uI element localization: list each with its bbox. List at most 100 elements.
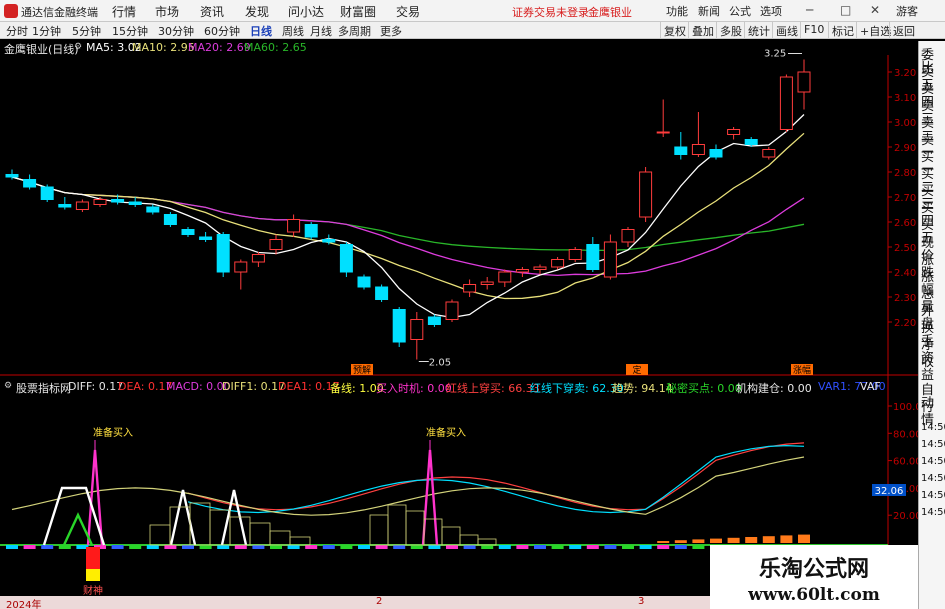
histogram-bar <box>534 545 546 549</box>
trend-bar <box>657 541 670 543</box>
price-axis-label: 3.00 <box>894 118 916 129</box>
candle-body[interactable] <box>515 269 529 273</box>
sub-value-badge: 32.06 <box>875 486 904 497</box>
candle-body[interactable] <box>410 319 424 340</box>
candle-body[interactable] <box>181 229 195 235</box>
histogram-bar <box>692 545 705 549</box>
histogram-bar <box>639 545 652 549</box>
settings-gear-icon[interactable]: ⚙ <box>74 42 82 52</box>
candle-body[interactable] <box>445 301 459 320</box>
candle-body[interactable] <box>779 76 793 130</box>
candle-body[interactable] <box>269 239 283 250</box>
candle-body[interactable] <box>639 171 653 218</box>
candle-body[interactable] <box>533 266 547 270</box>
candle-body[interactable] <box>199 236 213 240</box>
candle-body[interactable] <box>339 244 353 273</box>
candle-body[interactable] <box>762 149 776 158</box>
yellow-step-box <box>405 510 425 546</box>
candle-body[interactable] <box>744 139 758 145</box>
yellow-step-box <box>289 536 311 546</box>
kline-chart[interactable]: 3.20 3.10 3.00 2.90 2.80 2.70 2.60 2.50 2.40 2.30… <box>0 0 945 609</box>
histogram-bar <box>551 545 564 549</box>
buy-time-value: 买入时机: 0.00 <box>376 382 452 395</box>
yellow-step-box <box>249 522 271 546</box>
candle-body[interactable] <box>727 129 741 135</box>
candle-body[interactable] <box>357 276 371 288</box>
candle-body[interactable] <box>58 204 72 208</box>
histogram-bar <box>111 545 124 549</box>
price-axis-label: 2.40 <box>894 268 916 279</box>
histogram-bar <box>674 545 687 549</box>
histogram-bar <box>375 545 388 549</box>
signal-tag-top: 涨幅 <box>793 364 811 376</box>
histogram-bar <box>217 545 230 549</box>
histogram-bar <box>6 545 18 549</box>
candle-body[interactable] <box>797 71 811 93</box>
date-month-2: 2 <box>376 596 383 607</box>
candle-body[interactable] <box>128 201 142 205</box>
sub-settings-gear-icon[interactable]: ⚙ <box>4 381 12 391</box>
candle-body[interactable] <box>40 186 54 200</box>
histogram-bar <box>463 545 476 549</box>
histogram-bar <box>164 545 177 549</box>
candle-body[interactable] <box>304 224 318 238</box>
candle-body[interactable] <box>498 271 512 283</box>
side-time-4: 14:50 <box>921 473 945 484</box>
histogram-bar <box>199 545 212 549</box>
candle-body[interactable] <box>586 244 600 270</box>
candle-body[interactable] <box>375 286 389 300</box>
diff-value: DIFF: 0.17 <box>68 380 124 393</box>
candle-body[interactable] <box>691 144 705 155</box>
candle-body[interactable] <box>251 254 265 263</box>
candle-body[interactable] <box>93 199 107 205</box>
candle-body[interactable] <box>463 284 477 293</box>
candle-body[interactable] <box>621 229 635 243</box>
candle-body[interactable] <box>603 241 617 278</box>
inst-build-value: 机构建仓: 0.00 <box>736 382 812 395</box>
candle-body[interactable] <box>23 179 37 188</box>
prepare-buy-label-2: 准备买入 <box>426 426 466 439</box>
histogram-bar <box>146 545 159 549</box>
candle-body[interactable] <box>656 131 670 134</box>
price-axis-label: 2.30 <box>894 293 916 304</box>
candle-body[interactable] <box>5 174 19 178</box>
signal-tag-bottom: 预解 <box>353 364 371 376</box>
red-oscillator-line <box>187 442 805 511</box>
histogram-bar <box>129 545 142 549</box>
candle-body[interactable] <box>111 199 125 203</box>
candle-body[interactable] <box>709 149 723 158</box>
sub-indicator-title: 股票指标网 <box>16 382 71 395</box>
var2-value: VAF <box>860 380 881 393</box>
histogram-bar <box>428 545 441 549</box>
histogram-bar <box>252 545 265 549</box>
candle-body[interactable] <box>480 281 494 285</box>
yellow-oscillator-line <box>11 456 805 516</box>
candle-body[interactable] <box>392 309 406 343</box>
candle-body[interactable] <box>551 259 565 268</box>
candle-body[interactable] <box>216 234 230 273</box>
site-watermark: 乐淘公式网 www.60lt.com <box>710 545 918 609</box>
candle-body[interactable] <box>427 316 441 325</box>
histogram-bar <box>481 545 494 549</box>
ma20-line <box>11 176 805 277</box>
histogram-bar <box>446 545 458 549</box>
candle-body[interactable] <box>568 249 582 260</box>
candle-body[interactable] <box>234 261 248 273</box>
quote-side-panel: 委比 卖五 卖四 卖三 卖二 卖一 买一 买二 买三 买四 买五 现价 涨跌 涨… <box>918 41 945 609</box>
candle-body[interactable] <box>163 214 177 225</box>
candle-body[interactable] <box>322 239 336 243</box>
price-axis-label: 2.60 <box>894 218 916 229</box>
candle-body[interactable] <box>674 146 688 155</box>
candle-body[interactable] <box>146 206 160 213</box>
prepare-buy-label-1: 准备买入 <box>93 426 133 439</box>
trend-bar <box>798 534 810 543</box>
side-shouyi[interactable]: 收益 <box>921 356 945 382</box>
candle-body[interactable] <box>287 219 301 233</box>
ma10-value: MA10: 2.95 <box>132 41 195 54</box>
signal-tag-mid: 定 <box>632 364 641 376</box>
yellow-step-box <box>423 518 443 546</box>
red-under-sell-value: 红线下穿卖: 62.30 <box>530 382 624 395</box>
high-price-label: 3.25 <box>764 49 786 60</box>
candle-body[interactable] <box>75 201 89 210</box>
histogram-bar <box>516 545 529 549</box>
